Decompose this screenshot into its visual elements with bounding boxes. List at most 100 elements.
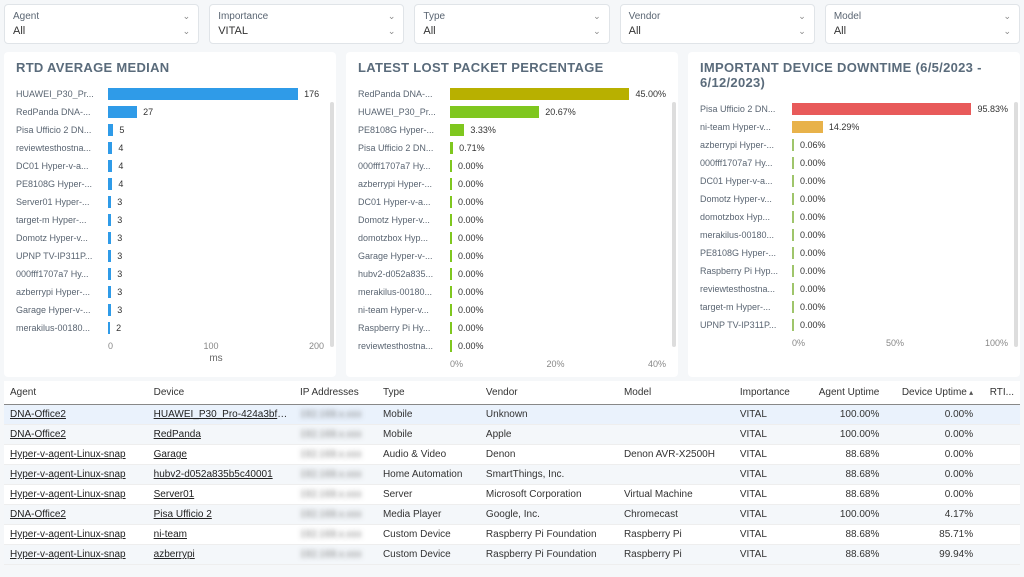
bar-value: 0.00% — [452, 269, 484, 279]
bar-track: 176 — [108, 88, 324, 100]
scrollbar[interactable] — [1014, 102, 1018, 347]
bar-label: azberrypi Hyper-... — [16, 287, 108, 297]
bar-label: DC01 Hyper-v-a... — [358, 197, 450, 207]
cell-agent[interactable]: DNA-Office2 — [4, 425, 148, 445]
filter-model[interactable]: Model⌄ All⌄ — [825, 4, 1020, 44]
bar-row: Domotz Hyper-v...0.00% — [700, 190, 1008, 208]
table-row[interactable]: DNA-Office2RedPanda192.168.x.xxxMobileAp… — [4, 425, 1020, 445]
bar-label: DC01 Hyper-v-a... — [700, 176, 792, 186]
cell-device[interactable]: ni-team — [148, 525, 294, 545]
bar-track: 0.00% — [450, 214, 666, 226]
bar-label: Domotz Hyper-v... — [358, 215, 450, 225]
bar-track: 0.00% — [450, 268, 666, 280]
bar-value: 0.00% — [452, 233, 484, 243]
cell-device[interactable]: Server01 — [148, 485, 294, 505]
table-row[interactable]: Hyper-v-agent-Linux-snaphubv2-d052a835b5… — [4, 465, 1020, 485]
th-device[interactable]: Device — [148, 381, 294, 405]
bar-track: 2 — [108, 322, 324, 334]
th-vendor[interactable]: Vendor — [480, 381, 618, 405]
bar-track: 0.00% — [450, 304, 666, 316]
bar-fill — [450, 106, 539, 118]
cell-ip: 192.168.x.xxx — [294, 465, 377, 485]
cell-rti — [979, 505, 1020, 525]
table-header-row: Agent Device IP Addresses Type Vendor Mo… — [4, 381, 1020, 405]
th-agent-uptime[interactable]: Agent Uptime — [804, 381, 886, 405]
table-row[interactable]: DNA-Office2HUAWEI_P30_Pro-424a3bf6e7192.… — [4, 405, 1020, 425]
chevron-down-icon: ⌄ — [388, 26, 396, 37]
cell-agent[interactable]: Hyper-v-agent-Linux-snap — [4, 545, 148, 565]
bar-label: Garage Hyper-v-... — [16, 305, 108, 315]
bar-fill — [450, 88, 629, 100]
bar-label: Domotz Hyper-v... — [16, 233, 108, 243]
bar-row: merakilus-00180...0.00% — [358, 283, 666, 301]
bar-track: 4 — [108, 160, 324, 172]
bar-track: 0.00% — [792, 247, 1008, 259]
cell-importance: VITAL — [734, 465, 804, 485]
th-type[interactable]: Type — [377, 381, 480, 405]
cell-agent[interactable]: DNA-Office2 — [4, 505, 148, 525]
bar-label: Pisa Ufficio 2 DN... — [358, 143, 450, 153]
axis-tick: 100 — [203, 341, 218, 351]
bar-row: DC01 Hyper-v-a...0.00% — [358, 193, 666, 211]
cell-rti — [979, 485, 1020, 505]
table-row[interactable]: Hyper-v-agent-Linux-snapGarage192.168.x.… — [4, 445, 1020, 465]
scrollbar[interactable] — [330, 102, 334, 347]
cell-device[interactable]: HUAWEI_P30_Pro-424a3bf6e7 — [148, 405, 294, 425]
cell-type: Server — [377, 485, 480, 505]
scrollbar[interactable] — [672, 102, 676, 347]
bar-row: Pisa Ufficio 2 DN...5 — [16, 121, 324, 139]
bar-track: 3 — [108, 250, 324, 262]
th-model[interactable]: Model — [618, 381, 734, 405]
table-row[interactable]: Hyper-v-agent-Linux-snapServer01192.168.… — [4, 485, 1020, 505]
cell-agent-uptime: 88.68% — [804, 545, 886, 565]
cell-agent[interactable]: Hyper-v-agent-Linux-snap — [4, 525, 148, 545]
table-row[interactable]: DNA-Office2Pisa Ufficio 2192.168.x.xxxMe… — [4, 505, 1020, 525]
bar-row: PE8108G Hyper-...3.33% — [358, 121, 666, 139]
cell-agent-uptime: 88.68% — [804, 485, 886, 505]
bar-track: 0.00% — [792, 319, 1008, 331]
bar-track: 0.00% — [792, 229, 1008, 241]
cell-device[interactable]: RedPanda — [148, 425, 294, 445]
cell-ip: 192.168.x.xxx — [294, 405, 377, 425]
cell-device[interactable]: Garage — [148, 445, 294, 465]
panel-downtime-title: IMPORTANT DEVICE DOWNTIME (6/5/2023 - 6/… — [700, 60, 1008, 90]
bar-label: reviewtesthostna... — [16, 143, 108, 153]
cell-agent[interactable]: Hyper-v-agent-Linux-snap — [4, 465, 148, 485]
filter-type[interactable]: Type⌄ All⌄ — [414, 4, 609, 44]
cell-type: Audio & Video — [377, 445, 480, 465]
bar-label: Pisa Ufficio 2 DN... — [700, 104, 792, 114]
bar-row: azberrypi Hyper-...0.00% — [358, 175, 666, 193]
cell-device[interactable]: azberrypi — [148, 545, 294, 565]
table-row[interactable]: Hyper-v-agent-Linux-snapni-team192.168.x… — [4, 525, 1020, 545]
cell-device[interactable]: Pisa Ufficio 2 — [148, 505, 294, 525]
table-row[interactable]: Hyper-v-agent-Linux-snapazberrypi192.168… — [4, 545, 1020, 565]
th-agent[interactable]: Agent — [4, 381, 148, 405]
bar-track: 14.29% — [792, 121, 1008, 133]
bar-row: RedPanda DNA-...27 — [16, 103, 324, 121]
bar-value: 3 — [111, 305, 122, 315]
bar-track: 27 — [108, 106, 324, 118]
filter-importance-value: VITAL — [218, 25, 248, 37]
cell-rti — [979, 545, 1020, 565]
cell-agent[interactable]: Hyper-v-agent-Linux-snap — [4, 445, 148, 465]
bar-row: UPNP TV-IP311P...0.00% — [700, 316, 1008, 334]
cell-device[interactable]: hubv2-d052a835b5c40001 — [148, 465, 294, 485]
th-device-uptime[interactable]: Device Uptime — [885, 381, 979, 405]
filter-importance[interactable]: Importance⌄ VITAL⌄ — [209, 4, 404, 44]
bar-row: target-m Hyper-...0.00% — [700, 298, 1008, 316]
cell-agent[interactable]: DNA-Office2 — [4, 405, 148, 425]
bar-fill — [792, 103, 971, 115]
bar-label: DC01 Hyper-v-a... — [16, 161, 108, 171]
cell-agent[interactable]: Hyper-v-agent-Linux-snap — [4, 485, 148, 505]
bar-value: 0.00% — [794, 230, 826, 240]
cell-device-uptime: 99.94% — [885, 545, 979, 565]
bar-label: 000fff1707a7 Hy... — [358, 161, 450, 171]
th-ip[interactable]: IP Addresses — [294, 381, 377, 405]
filter-vendor[interactable]: Vendor⌄ All⌄ — [620, 4, 815, 44]
filter-agent[interactable]: Agent⌄ All⌄ — [4, 4, 199, 44]
th-importance[interactable]: Importance — [734, 381, 804, 405]
bar-value: 3.33% — [464, 125, 496, 135]
th-rti[interactable]: RTI... — [979, 381, 1020, 405]
bar-fill — [108, 106, 137, 118]
bar-track: 3 — [108, 286, 324, 298]
